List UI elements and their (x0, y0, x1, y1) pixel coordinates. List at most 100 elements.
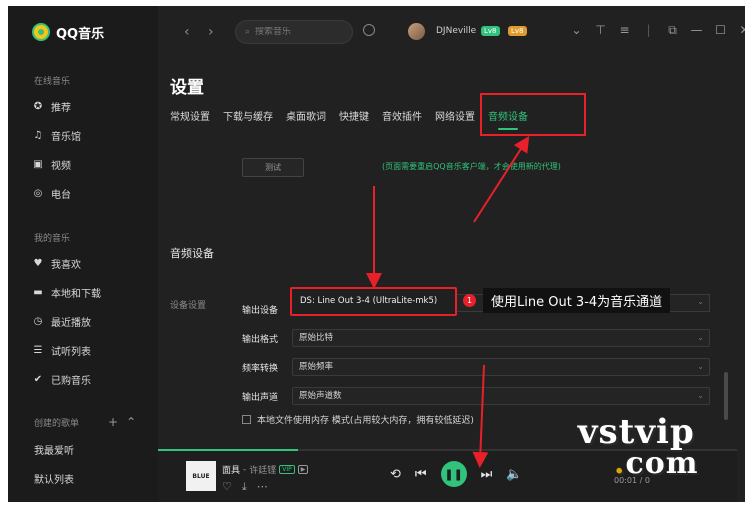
back-arrow-icon[interactable]: ‹ (184, 24, 190, 40)
download-icon[interactable]: ⤓ (242, 480, 247, 494)
memory-mode-label: 本地文件使用内存 模式(占用较大内存，拥有较低延迟) (257, 416, 474, 426)
sidebar: QQ音乐 在线音乐 ✪ 推荐 ♫ 音乐馆 ▣ 视频 ◎ 电台 我的音乐 ♥ 我喜… (8, 6, 158, 502)
forward-arrow-icon[interactable]: › (208, 24, 214, 40)
song-artist[interactable]: 许廷铿 (249, 463, 276, 476)
sidebar-item-label: 最近播放 (51, 318, 91, 329)
radio-icon: ◎ (33, 188, 43, 199)
skin-shirt-icon[interactable]: ⊤ (594, 23, 607, 38)
previous-track-icon[interactable]: ⏮ (415, 467, 427, 482)
music-note-icon: ♫ (33, 130, 43, 141)
sidebar-item-video[interactable]: ▣ 视频 (32, 157, 71, 172)
sidebar-item-label: 视频 (51, 161, 71, 172)
proxy-restart-note: (页面需要重启QQ音乐客户端，才会使用新的代理) (382, 162, 561, 171)
output-channels-label: 输出声道 (242, 393, 279, 403)
sidebar-item-favorites[interactable]: ♥ 我喜欢 (32, 256, 81, 271)
tab-network[interactable]: 网络设置 (435, 108, 475, 123)
sidebar-playlist-item[interactable]: 我最爱听 (34, 442, 74, 457)
memory-mode-checkbox-row[interactable]: 本地文件使用内存 模式(占用较大内存，拥有较低延迟) (242, 413, 474, 426)
clock-icon: ◷ (33, 316, 43, 327)
next-track-icon[interactable]: ⏭ (481, 467, 493, 482)
output-format-label: 输出格式 (242, 335, 279, 345)
video-icon: ▣ (33, 159, 43, 170)
username[interactable]: DJNeville (436, 26, 476, 36)
heart-icon: ♥ (33, 258, 43, 269)
sidebar-section-created-playlists: 创建的歌单 (34, 419, 80, 429)
dropdown-chevron-icon[interactable]: ⌄ (570, 23, 583, 38)
add-playlist-icon[interactable]: + (108, 415, 118, 429)
sidebar-item-label: 我喜欢 (51, 260, 81, 271)
sidebar-item-label: 音乐馆 (51, 132, 81, 143)
now-playing-info: 面具 - 许廷铿 VIP ▶ (222, 463, 309, 476)
star-icon: ✪ (33, 101, 43, 112)
app-logo[interactable]: QQ音乐 (32, 21, 104, 43)
playlist-tools: + ⌃ (108, 415, 136, 429)
tab-general[interactable]: 常规设置 (170, 108, 210, 123)
annotation-text: 使用Line Out 3-4为音乐通道 (483, 287, 671, 313)
more-icon[interactable]: ⋯ (257, 480, 268, 494)
device-settings-label: 设备设置 (170, 301, 207, 311)
check-circle-icon: ✔ (33, 374, 43, 385)
tab-sound-plugins[interactable]: 音效插件 (382, 108, 422, 123)
watermark: vstvip .com (574, 415, 698, 481)
output-device-select[interactable]: DS: Line Out 3-4 (UltraLite-mk5) (290, 287, 457, 316)
output-format-value: 原始比特 (299, 333, 334, 343)
album-cover-text: BLUE (192, 472, 210, 480)
maximize-icon[interactable]: ☐ (714, 23, 727, 38)
song-title[interactable]: 面具 (222, 463, 240, 476)
sidebar-item-radio[interactable]: ◎ 电台 (32, 186, 71, 201)
chevron-down-icon: ⌄ (697, 391, 704, 400)
sidebar-item-trial-list[interactable]: ☰ 试听列表 (32, 343, 91, 358)
search-box[interactable]: ⌕ (235, 20, 353, 44)
collapse-chevron-up-icon[interactable]: ⌃ (126, 415, 136, 429)
qq-music-logo-icon (32, 23, 50, 41)
sidebar-item-label: 试听列表 (51, 347, 91, 358)
test-proxy-button[interactable]: 测试 (242, 158, 304, 177)
tab-desktop-lyrics[interactable]: 桌面歌词 (286, 108, 326, 123)
voice-search-icon[interactable] (363, 24, 375, 36)
album-cover[interactable]: BLUE (186, 461, 216, 491)
close-icon[interactable]: ✕ (738, 23, 745, 38)
sidebar-item-music-hall[interactable]: ♫ 音乐馆 (32, 128, 81, 143)
mv-icon[interactable]: ▶ (297, 465, 309, 474)
output-format-select[interactable]: 原始比特 ⌄ (292, 329, 710, 347)
output-device-value: DS: Line Out 3-4 (UltraLite-mk5) (300, 296, 438, 306)
search-icon: ⌕ (245, 27, 251, 37)
pause-button[interactable]: ❚❚ (440, 461, 467, 487)
sidebar-item-label: 推荐 (51, 103, 71, 114)
vip-tag: VIP (279, 465, 295, 474)
avatar[interactable] (408, 23, 425, 40)
sidebar-item-label: 本地和下载 (51, 289, 101, 300)
mini-mode-icon[interactable]: ⧉ (666, 23, 679, 38)
sidebar-playlist-item[interactable]: 默认列表 (34, 471, 74, 486)
tab-shortcuts[interactable]: 快捷键 (339, 108, 369, 123)
sidebar-item-local-downloads[interactable]: ▬ 本地和下载 (32, 285, 101, 300)
annotation-callout: 1 使用Line Out 3-4为音乐通道 (463, 287, 671, 313)
search-input[interactable] (255, 27, 344, 37)
playlist-label: 默认列表 (34, 475, 74, 486)
computer-icon: ▬ (33, 287, 43, 298)
memory-mode-checkbox[interactable] (242, 415, 251, 424)
sample-rate-conversion-select[interactable]: 原始频率 ⌄ (292, 358, 710, 376)
volume-icon[interactable]: 🔈 (506, 467, 522, 482)
page-title: 设置 (170, 78, 204, 98)
like-heart-icon[interactable]: ♡ (222, 480, 232, 494)
app-logo-text: QQ音乐 (56, 26, 105, 42)
watermark-dot: . (614, 446, 626, 481)
loop-mode-icon[interactable]: ⟲ (390, 467, 401, 482)
level-badge: Lv8 (481, 26, 500, 36)
chevron-down-icon: ⌄ (697, 362, 704, 371)
menu-icon[interactable]: ≡ (618, 23, 631, 38)
settings-scrollbar[interactable] (724, 372, 728, 420)
sidebar-section-my-music: 我的音乐 (34, 234, 71, 244)
playback-controls: ⟲ ⏮ ❚❚ ⏭ 🔈 (390, 461, 523, 487)
sidebar-item-purchased[interactable]: ✔ 已购音乐 (32, 372, 91, 387)
tab-download-cache[interactable]: 下载与缓存 (223, 108, 273, 123)
chevron-down-icon: ⌄ (697, 297, 704, 306)
sidebar-item-recommend[interactable]: ✪ 推荐 (32, 99, 71, 114)
minimize-icon[interactable]: — (690, 23, 703, 38)
sidebar-item-recent[interactable]: ◷ 最近播放 (32, 314, 91, 329)
sidebar-item-label: 已购音乐 (51, 376, 91, 387)
output-channels-select[interactable]: 原始声道数 ⌄ (292, 387, 710, 405)
sidebar-section-online: 在线音乐 (34, 77, 71, 87)
vip-badge: Lv8 (508, 26, 527, 36)
